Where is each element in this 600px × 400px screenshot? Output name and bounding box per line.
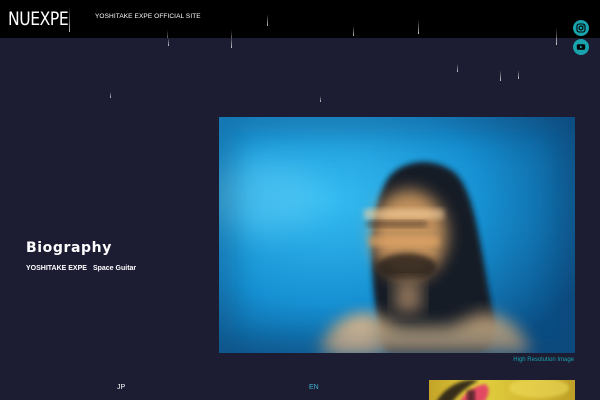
streak [500,70,501,81]
streak [418,20,419,34]
light-glow [509,380,569,398]
guitar-thumbnail[interactable] [429,380,575,400]
biography-heading: Biography [26,240,112,256]
streak [231,36,232,48]
youtube-link[interactable] [573,39,589,55]
streak [110,92,111,98]
neck-shape [395,282,421,312]
artist-role: Space Guitar [92,265,137,272]
site-title: YOSHITAKE EXPE OFFICIAL SITE [95,13,201,20]
site-logo[interactable]: NUEXPE [8,9,69,29]
streak [320,96,321,102]
streak [457,64,458,72]
face-streak [367,221,427,227]
artist-name: YOSHITAKE EXPE [26,265,87,272]
beard-shape [377,253,437,281]
streak [267,14,268,26]
language-tab-en[interactable]: EN [309,384,319,391]
high-resolution-image-link[interactable]: High Resolution Image [513,357,574,363]
page: NUEXPE YOSHITAKE EXPE OFFICIAL SITE Biog… [0,0,600,400]
biography-subtitle: YOSHITAKE EXPE Space Guitar [26,265,136,272]
guitar-thumbnail-art [437,380,569,400]
artist-photo-art [219,117,575,353]
site-header: NUEXPE YOSHITAKE EXPE OFFICIAL SITE [0,0,600,38]
face-streak [369,237,439,246]
instagram-link[interactable] [573,20,589,36]
streak [69,6,70,32]
face-streak [364,209,444,219]
streak [167,30,168,38]
streak [556,28,557,45]
guitar-neck-shape [467,390,475,400]
instagram-icon [576,23,586,33]
language-tab-jp[interactable]: JP [117,384,125,391]
streak [518,70,519,79]
youtube-icon [576,44,586,50]
artist-photo[interactable] [219,117,575,353]
streak [353,26,354,36]
streak [168,38,169,46]
